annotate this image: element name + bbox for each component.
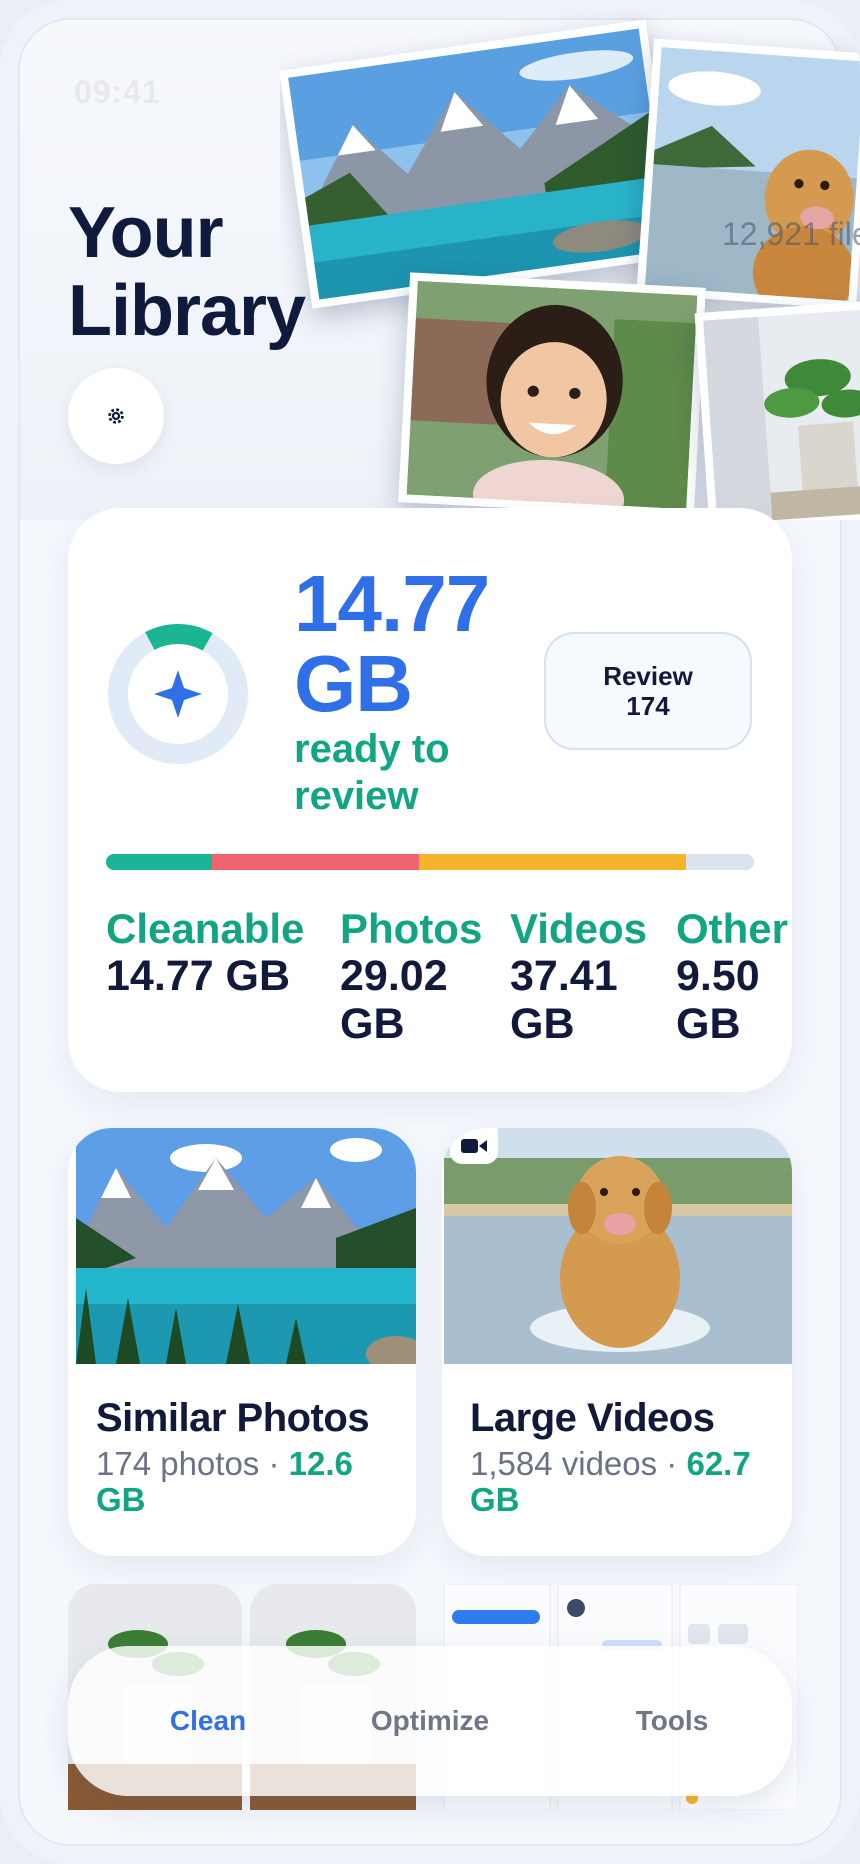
tab-bar: Clean Optimize Tools: [68, 1646, 792, 1796]
card-title: Large Videos: [470, 1396, 715, 1440]
stat-label: Photos: [340, 905, 483, 952]
stat-label: Videos: [510, 905, 647, 952]
stat-label: Other: [676, 905, 789, 952]
card-meta: 174 photos · 12.6 GB: [96, 1446, 396, 1518]
phone-screen: 09:41 12,921 fil Your Library 14.77 GB r…: [0, 0, 860, 1864]
cleanable-progress-ring: [108, 624, 248, 764]
library-file-summary: 12,921 files · 90.7 GB: [722, 216, 860, 252]
reviewable-size: 14.77 GB: [294, 559, 490, 728]
stat-videos: Videos 37.41 GB: [510, 905, 647, 1049]
storage-segment-videos: [418, 854, 686, 870]
stat-label: Cleanable: [106, 905, 305, 952]
collage-photo-child: [398, 272, 706, 518]
stat-cleanable: Cleanable 14.77 GB: [106, 905, 305, 1001]
large-videos-card[interactable]: Large Videos 1,584 videos · 62.7 GB: [442, 1128, 792, 1556]
storage-segment-photos: [211, 854, 419, 870]
storage-summary-card: 14.77 GB ready to review Review 174 Clea…: [68, 508, 792, 1092]
review-button-label: Review: [603, 661, 693, 691]
tab-tools[interactable]: Tools: [572, 1646, 772, 1796]
video-camera-icon: [461, 1139, 487, 1153]
storage-segment-cleanable: [106, 854, 212, 870]
tab-optimize[interactable]: Optimize: [330, 1646, 530, 1796]
collage-photo-plant: [694, 299, 860, 520]
stat-value: 9.50 GB: [676, 952, 760, 1048]
storage-segment-other: [685, 854, 754, 870]
review-button-count: 174: [626, 691, 670, 721]
stat-value: 29.02 GB: [340, 952, 448, 1048]
stat-value: 14.77 GB: [106, 952, 291, 1000]
card-meta: 1,584 videos · 62.7 GB: [470, 1446, 770, 1518]
card-title: Similar Photos: [96, 1396, 370, 1440]
stat-other: Other 9.50 GB: [676, 905, 789, 1049]
status-time: 09:41: [74, 74, 161, 110]
storage-breakdown-bar: [106, 854, 754, 870]
settings-button[interactable]: [68, 368, 164, 464]
card-count: 1,584 videos ·: [470, 1445, 687, 1482]
large-videos-thumbnail: [444, 1128, 792, 1364]
stat-photos: Photos 29.02 GB: [340, 905, 483, 1049]
gear-icon: [108, 408, 124, 424]
review-button[interactable]: Review 174: [544, 632, 752, 750]
similar-photos-card[interactable]: Similar Photos 174 photos · 12.6 GB: [68, 1128, 416, 1556]
reviewable-caption: ready to review: [294, 727, 450, 818]
video-badge: [450, 1128, 498, 1164]
stat-value: 37.41 GB: [510, 952, 618, 1048]
sparkle-icon: [154, 670, 202, 718]
similar-photos-thumbnail: [76, 1128, 416, 1364]
tab-clean[interactable]: Clean: [108, 1646, 308, 1796]
page-title: Your Library: [68, 193, 306, 351]
card-count: 174 photos ·: [96, 1445, 289, 1482]
collage-photo-dog: [636, 38, 860, 310]
